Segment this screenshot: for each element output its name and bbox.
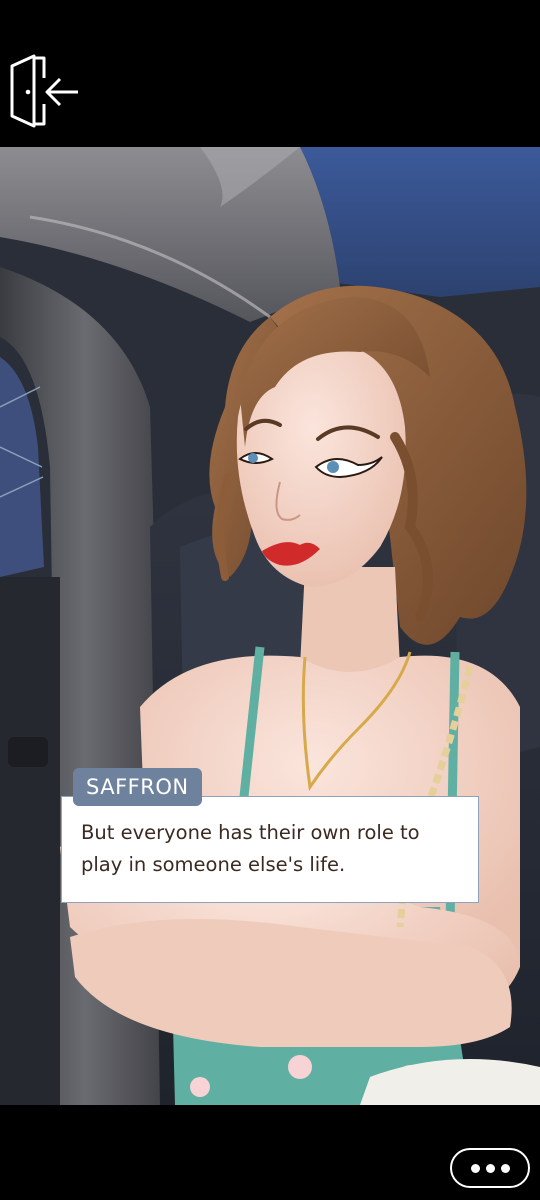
dialog-box[interactable]: But everyone has their own role to play …: [61, 796, 479, 903]
top-bar: [0, 0, 540, 147]
exit-button[interactable]: [6, 52, 82, 134]
exit-door-icon: [10, 54, 78, 128]
story-scene[interactable]: [0, 147, 540, 1105]
speaker-name-tag: SAFFRON: [73, 768, 202, 806]
dialog-text: But everyone has their own role to play …: [81, 821, 420, 876]
more-options-icon: [470, 1163, 510, 1173]
more-options-button[interactable]: [450, 1148, 530, 1188]
scene-illustration: [0, 147, 540, 1105]
